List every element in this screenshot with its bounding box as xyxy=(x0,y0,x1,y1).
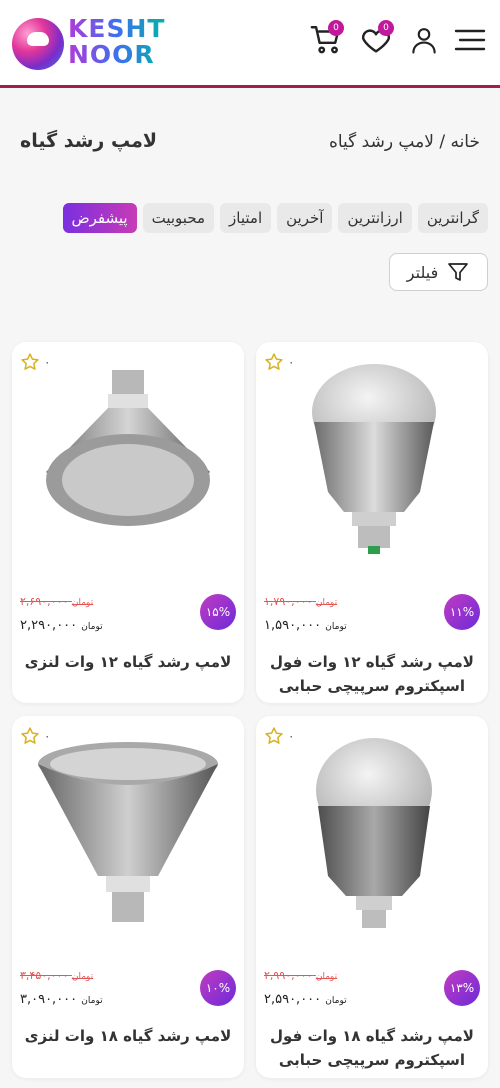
discount-badge: ۱۱% xyxy=(444,594,480,630)
old-price: تومان ۳,۴۵۰,۰۰۰ xyxy=(20,969,94,982)
current-price: تومان ۲,۲۹۰,۰۰۰ xyxy=(20,618,103,633)
sort-chip-default[interactable]: پیشفرض xyxy=(62,203,137,233)
product-card[interactable]: ۰ ۱۵% تومان ۲,۶۹۰,۰۰۰ تومان ۲,۲۹۰,۰۰۰ لا… xyxy=(12,342,244,703)
wishlist-button[interactable]: 0 xyxy=(356,18,396,62)
product-name[interactable]: لامپ رشد گیاه ۱۸ وات فول اسپکتروم سرپیچی… xyxy=(266,1024,478,1072)
product-name[interactable]: لامپ رشد گیاه ۱۲ وات لنزی xyxy=(22,650,234,674)
sort-chip-popularity[interactable]: محبوبیت xyxy=(142,203,215,233)
filter-label: فیلتر xyxy=(406,262,439,282)
current-price: تومان ۳,۰۹۰,۰۰۰ xyxy=(20,992,103,1007)
discount-badge: ۱۳% xyxy=(444,970,480,1006)
discount-badge: ۱۵% xyxy=(200,594,236,630)
cart-button[interactable]: 0 xyxy=(306,18,346,62)
sort-chip-cheapest[interactable]: ارزانترین xyxy=(338,203,412,233)
current-price: تومان ۱,۵۹۰,۰۰۰ xyxy=(264,618,347,633)
hamburger-menu-icon xyxy=(454,29,486,51)
site-logo[interactable]: KESHT NOOR xyxy=(12,14,182,74)
old-price: تومان ۲,۹۹۰,۰۰۰ xyxy=(264,969,338,982)
cart-count-badge: 0 xyxy=(328,20,344,36)
sort-chip-newest[interactable]: آخرین xyxy=(277,203,333,233)
product-card[interactable]: ۰ ۱۱% تومان ۱,۷۹۰,۰۰۰ تومان ۱,۵۹۰,۰۰۰ لا… xyxy=(256,342,488,703)
logo-text: KESHT NOOR xyxy=(68,14,166,69)
bulb-icon xyxy=(312,364,436,554)
site-header: KESHT NOOR 0 0 xyxy=(0,0,500,88)
sort-options: پیشفرض محبوبیت امتیاز آخرین ارزانترین گر… xyxy=(62,203,488,233)
par-lamp-icon xyxy=(46,370,210,526)
filter-button[interactable]: فیلتر xyxy=(389,253,488,291)
filter-funnel-icon xyxy=(448,263,469,281)
wishlist-count-badge: 0 xyxy=(378,20,394,36)
current-price: تومان ۲,۵۹۰,۰۰۰ xyxy=(264,992,347,1007)
old-price: تومان ۱,۷۹۰,۰۰۰ xyxy=(264,595,338,608)
product-name[interactable]: لامپ رشد گیاه ۱۲ وات فول اسپکتروم سرپیچی… xyxy=(266,650,478,698)
breadcrumb[interactable]: خانه / لامپ رشد گیاه xyxy=(329,132,480,152)
menu-button[interactable] xyxy=(450,18,490,62)
bulb-icon xyxy=(316,738,432,928)
account-button[interactable] xyxy=(404,18,444,62)
sort-chip-most-expensive[interactable]: گرانترین xyxy=(417,203,488,233)
user-icon xyxy=(412,28,436,54)
old-price: تومان ۲,۶۹۰,۰۰۰ xyxy=(20,595,94,608)
product-card[interactable]: ۰ ۱۳% تومان ۲,۹۹۰,۰۰۰ تومان ۲,۵۹۰,۰۰۰ لا… xyxy=(256,716,488,1078)
logo-mark-icon xyxy=(12,18,64,70)
sort-chip-rating[interactable]: امتیاز xyxy=(220,203,272,233)
par-lamp-icon xyxy=(38,742,218,922)
product-card[interactable]: ۰ ۱۰% تومان ۳,۴۵۰,۰۰۰ تومان ۳,۰۹۰,۰۰۰ لا… xyxy=(12,716,244,1078)
product-name[interactable]: لامپ رشد گیاه ۱۸ وات لنزی xyxy=(22,1024,234,1048)
discount-badge: ۱۰% xyxy=(200,970,236,1006)
page-title: لامپ رشد گیاه xyxy=(20,130,158,152)
